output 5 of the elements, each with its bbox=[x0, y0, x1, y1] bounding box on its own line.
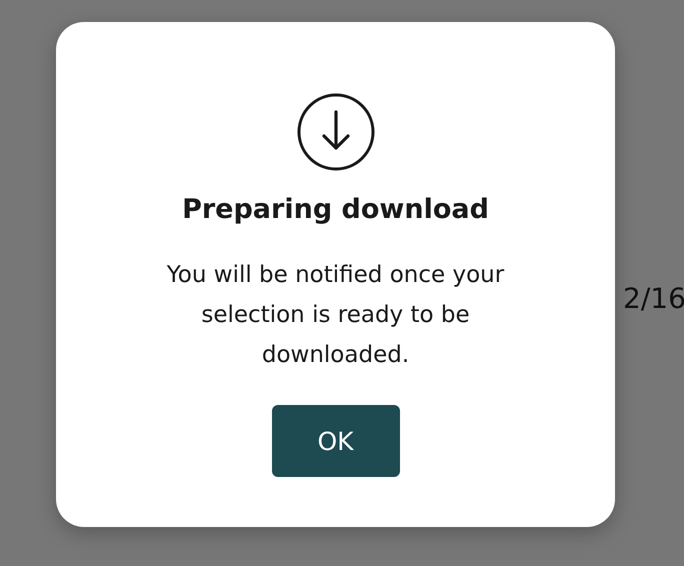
ok-button[interactable]: OK bbox=[272, 405, 400, 477]
dialog-title: Preparing download bbox=[182, 194, 489, 225]
dialog-message: You will be notified once your selection is ready to be downloaded. bbox=[166, 261, 506, 370]
download-icon bbox=[296, 92, 376, 172]
page-counter: 2/16 bbox=[623, 282, 684, 315]
